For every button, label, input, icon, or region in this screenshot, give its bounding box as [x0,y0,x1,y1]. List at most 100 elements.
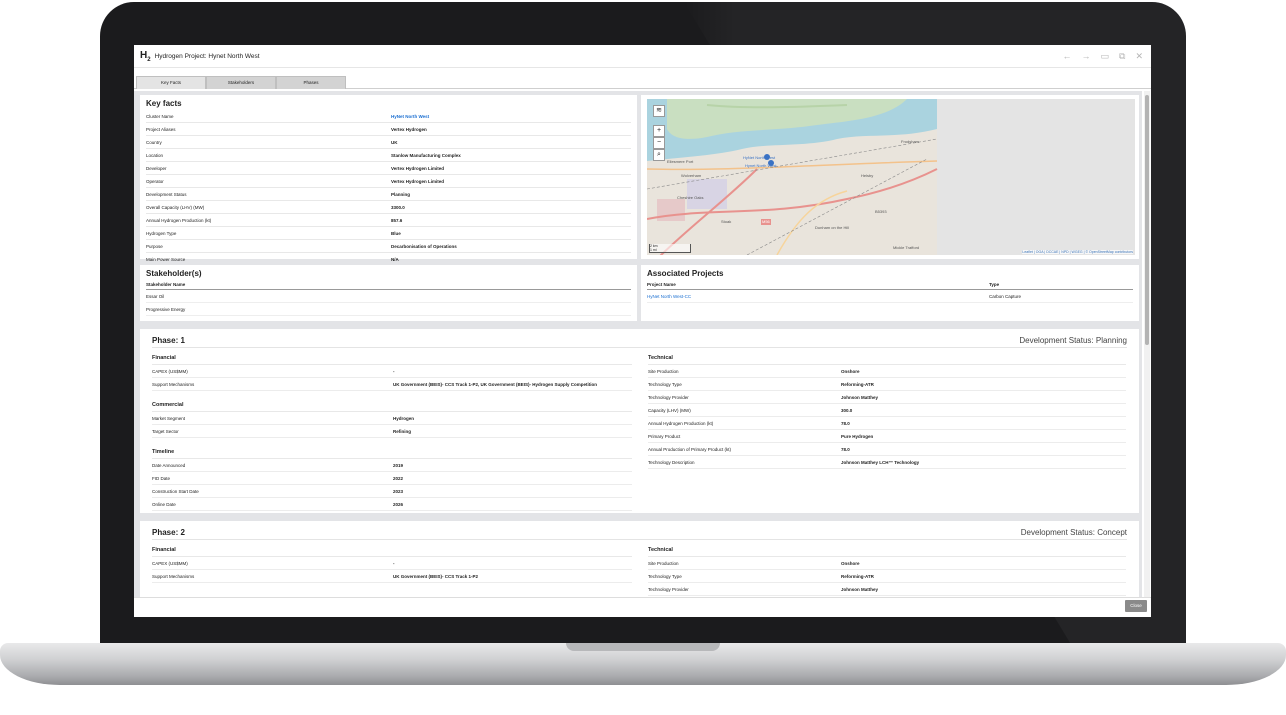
map-label: Ellesmere Port [667,159,694,164]
kv-row: Hydrogen Type Blue [146,227,631,240]
location-map[interactable]: ≋ + − ⌕ Ellesmere Port HyNet North West … [647,99,1135,255]
map-label: Helsby [861,173,874,178]
timeline-row: Construction Start Date 2023 [152,485,632,498]
close-button[interactable]: Close [1125,600,1147,612]
map-label: Hynet North West [745,163,777,168]
scrollbar-thumb[interactable] [1145,95,1149,345]
key-facts-card: Key facts Cluster Name HyNet North West P… [140,95,637,266]
commercial-row: Market Segment Hydrogen [152,412,632,425]
kv-row: Project Aliases Vertex Hydrogen [146,123,631,136]
map-label: Cheshire Oaks [677,195,704,200]
phase-1-right-column: Technical Site Production Onshore Technol… [648,348,1126,511]
back-arrow-icon[interactable]: ← [1063,51,1072,62]
technical-row: Site Production Onshore [648,557,1126,570]
kv-row: Overall Capacity (LHV) (MW) 3300.0 [146,201,631,214]
associated-projects-heading: Associated Projects [647,269,724,278]
technical-section-title: Technical [648,352,1126,365]
technical-row: Annual Hydrogen Production (kt) 78.0 [648,417,1126,430]
technical-row: Technology Description Johnson Matthey LC… [648,456,1126,469]
kv-row: Operator Vertex Hydrogen Limited [146,175,631,188]
phase-1-left-column: Financial CAPEX (US$MM) - Support Mechani… [152,348,632,511]
phase-2-card: Phase: 2 Development Status: Concept Fin… [140,521,1139,597]
timeline-row: Date Announced 2019 [152,459,632,472]
map-label: Mickle Trafford [893,245,920,250]
map-label: Wolverham [681,173,702,178]
stakeholders-heading: Stakeholder(s) [146,269,202,278]
kv-row: Annual Hydrogen Production (kt) 857.6 [146,214,631,227]
technical-row: Technology Provider Johnson Matthey [648,583,1126,596]
technical-row: Annual Production of Primary Product (kt… [648,443,1126,456]
technical-row: Primary Product Pure Hydrogen [648,430,1126,443]
commercial-section-title: Commercial [152,399,632,412]
tab-phases[interactable]: Phases [276,76,346,89]
phase-2-right-column: Technical Site Production Onshore Technol… [648,540,1126,596]
commercial-row: Target Sector Refining [152,425,632,438]
map-tiles [647,99,1135,255]
technical-row: Site Production Onshore [648,365,1126,378]
financial-section-title: Financial [152,352,632,365]
technical-row: Technology Provider Johnson Matthey [648,391,1126,404]
title-bar: H2 Hydrogen Project: Hynet North West ← … [134,45,1151,68]
window-title: Hydrogen Project: Hynet North West [154,52,260,60]
map-card: ≋ + − ⌕ Ellesmere Port HyNet North West … [641,95,1139,259]
layers-icon[interactable]: ≋ [653,105,665,117]
timeline-row: FID Date 2022 [152,472,632,485]
kv-row: Location Stanlow Manufacturing Complex [146,149,631,162]
kv-row: Purpose Decarbonisation of Operations [146,240,631,253]
associated-project-link[interactable]: HyNet North West-CC [647,294,989,299]
phase-2-title: Phase: 2 [152,527,185,537]
map-label: HyNet North West [743,155,776,160]
technical-row: Capacity (LHV) (MW) 300.0 [648,404,1126,417]
financial-row: Support Mechanisms UK Government (BEIS)- … [152,570,632,583]
phase-1-status: Development Status: Planning [1019,335,1127,345]
stakeholder-row: Essar Oil [146,290,631,303]
tab-stakeholders[interactable]: Stakeholders [206,76,276,89]
technical-row: Technology Type Reforming-ATR [648,570,1126,583]
associated-projects-card: Associated Projects Project Name Type HyN… [641,265,1139,321]
h2-logo: H2 [140,49,151,63]
associated-row: HyNet North West-CC Carbon Capture [647,290,1133,303]
tab-bar: Key Facts Stakeholders Phases [134,74,1151,89]
app-window: H2 Hydrogen Project: Hynet North West ← … [134,45,1151,617]
map-label: M56 [762,219,770,224]
financial-row: Support Mechanisms UK Government (BEIS)- … [152,378,632,391]
laptop-base-notch [566,643,720,651]
close-icon[interactable]: ✕ [1135,51,1143,62]
phase-1-card: Phase: 1 Development Status: Planning Fi… [140,329,1139,513]
kv-row: Cluster Name HyNet North West [146,110,631,123]
zoom-out-button[interactable]: − [653,137,665,149]
kv-row: Development Status Planning [146,188,631,201]
stakeholders-header: Stakeholder Name [146,280,631,290]
phase-2-header: Phase: 2 Development Status: Concept [152,525,1127,540]
content-area: Key facts Cluster Name HyNet North West P… [134,91,1142,597]
map-label: Frodsham [901,139,920,144]
kv-row: Country UK [146,136,631,149]
financial-row: CAPEX (US$MM) - [152,365,632,378]
cluster-name-link[interactable]: HyNet North West [391,114,429,119]
stakeholders-card: Stakeholder(s) Stakeholder Name Essar Oi… [140,265,637,321]
forward-arrow-icon[interactable]: → [1082,51,1091,62]
map-label: B5393 [875,209,887,214]
tab-key-facts[interactable]: Key Facts [136,76,206,89]
phase-1-title: Phase: 1 [152,335,185,345]
key-facts-heading: Key facts [146,99,182,108]
financial-row: CAPEX (US$MM) - [152,557,632,570]
kv-row: Developer Vertex Hydrogen Limited [146,162,631,175]
window-controls: ← → ▭ ⧉ ✕ [1063,51,1144,62]
technical-row: Technology Type Reforming-ATR [648,378,1126,391]
map-scale: 2 km 1 mi [649,244,691,253]
minimize-icon[interactable]: ▭ [1101,51,1110,62]
timeline-section-title: Timeline [152,446,632,459]
search-icon[interactable]: ⌕ [653,149,665,161]
phase-2-status: Development Status: Concept [1020,527,1127,537]
stakeholder-row: Progressive Energy [146,303,631,316]
zoom-in-button[interactable]: + [653,125,665,137]
timeline-row: Online Date 2026 [152,498,632,511]
phase-1-header: Phase: 1 Development Status: Planning [152,333,1127,348]
vertical-scrollbar[interactable] [1144,91,1150,597]
technical-section-title: Technical [648,544,1126,557]
restore-icon[interactable]: ⧉ [1119,51,1125,62]
associated-header: Project Name Type [647,280,1133,290]
map-attribution[interactable]: Leaflet | OGA | DCCAE | NPD | WGEG | © O… [1022,250,1133,254]
map-label: Stoak [721,219,732,224]
